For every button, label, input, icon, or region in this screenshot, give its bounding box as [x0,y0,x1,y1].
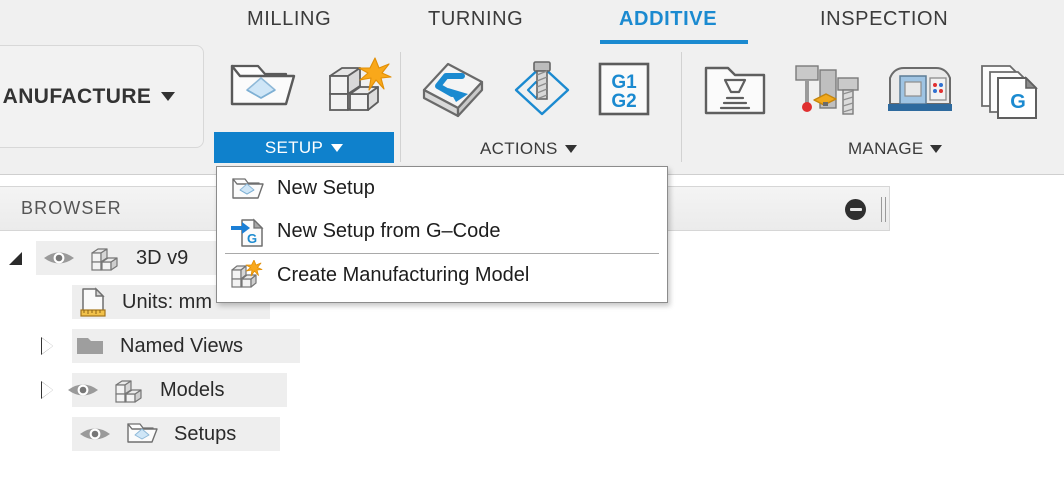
svg-text:G: G [1010,91,1026,113]
tree-row[interactable]: Models [0,368,700,412]
svg-text:G2: G2 [611,91,636,112]
manage-group-icons: G [700,58,1064,120]
collapse-bar [849,208,862,211]
menu-item-new-setup[interactable]: New Setup [217,167,667,210]
new-setup-from-gcode-icon: G [229,216,265,248]
units-ruler-icon [78,286,108,318]
panel-divider-2 [681,52,682,162]
ribbon-tabstrip: MILLING TURNING ADDITIVE INSPECTION [0,0,1064,44]
machine-library-icon[interactable] [882,58,958,120]
eye-icon[interactable] [78,423,112,445]
probe-icon[interactable] [508,58,576,120]
eye-icon[interactable] [66,379,100,401]
tab-milling[interactable]: MILLING [247,8,331,31]
setup-dropdown-menu: New Setup G New Setup from G–Code Create… [216,166,668,303]
menu-item-label: New Setup [277,177,375,199]
chevron-down-icon [564,145,577,153]
triangle-right-icon[interactable] [36,335,58,357]
machining-tools-icon[interactable] [788,58,864,120]
chevron-down-icon [331,143,344,152]
ribbon-group-actions[interactable]: ACTIONS [480,139,577,159]
tree-item-label: 3D v9 [136,246,189,269]
tab-additive[interactable]: ADDITIVE [619,8,717,31]
menu-item-new-setup-from-gcode[interactable]: G New Setup from G–Code [217,210,667,253]
tab-inspection[interactable]: INSPECTION [820,8,948,31]
setup-folder-icon [124,420,160,448]
svg-text:G: G [247,231,257,246]
post-process-icon[interactable]: G [976,58,1046,120]
tree-row[interactable]: Setups [0,412,700,456]
manage-group-label: MANAGE [848,139,924,158]
collapse-icon[interactable] [845,199,866,220]
triangle-right-icon[interactable] [36,379,58,401]
ribbon-group-manage[interactable]: MANAGE [848,139,943,159]
tab-additive-underline [600,40,748,44]
triangle-down-filled-icon[interactable] [4,247,26,269]
fusion-manufacture-window: MILLING TURNING ADDITIVE INSPECTION ANUF… [0,0,1064,504]
menu-item-create-manufacturing-model[interactable]: Create Manufacturing Model [217,254,667,297]
tab-turning[interactable]: TURNING [428,8,523,31]
setup-group-icons [224,56,396,120]
setup-group-label: SETUP [264,137,324,157]
tree-item-label: Setups [174,422,237,445]
new-setup-folder-icon [229,174,265,204]
actions-group-icons: G1 G2 [418,58,654,120]
tree-row[interactable]: Named Views [0,324,700,368]
document-model-icon [112,375,146,405]
ribbon-group-setup[interactable]: SETUP [214,132,394,163]
document-model-icon [88,243,122,273]
panel-divider-1 [400,52,401,162]
folder-icon [74,333,106,359]
tree-item-label: Models [160,378,225,401]
tree-item-label: Units: mm [122,290,212,313]
drag-handle-line [881,197,882,222]
actions-group-label: ACTIONS [480,139,558,158]
create-manufacturing-model-icon [229,259,265,292]
eye-icon[interactable] [42,247,76,269]
tool-library-icon[interactable] [700,58,770,120]
ribbon: MILLING TURNING ADDITIVE INSPECTION ANUF… [0,0,1064,175]
menu-item-label: New Setup from G–Code [277,220,501,242]
drag-handle-icon[interactable] [881,197,889,222]
chevron-down-icon [930,145,943,153]
caret-down-icon [161,92,176,101]
menu-item-label: Create Manufacturing Model [277,264,530,286]
browser-title: BROWSER [21,198,122,218]
create-manufacturing-model-icon[interactable] [320,56,396,120]
new-setup-icon[interactable] [224,56,296,120]
g1-g2-icon[interactable]: G1 G2 [594,58,654,120]
drag-handle-line [885,197,886,222]
workspace-selector-button[interactable]: ANUFACTURE [0,45,204,148]
svg-text:G1: G1 [611,72,637,93]
tree-item-label: Named Views [120,334,244,357]
additive-toolpath-icon[interactable] [418,58,490,120]
workspace-label: ANUFACTURE [2,84,152,108]
